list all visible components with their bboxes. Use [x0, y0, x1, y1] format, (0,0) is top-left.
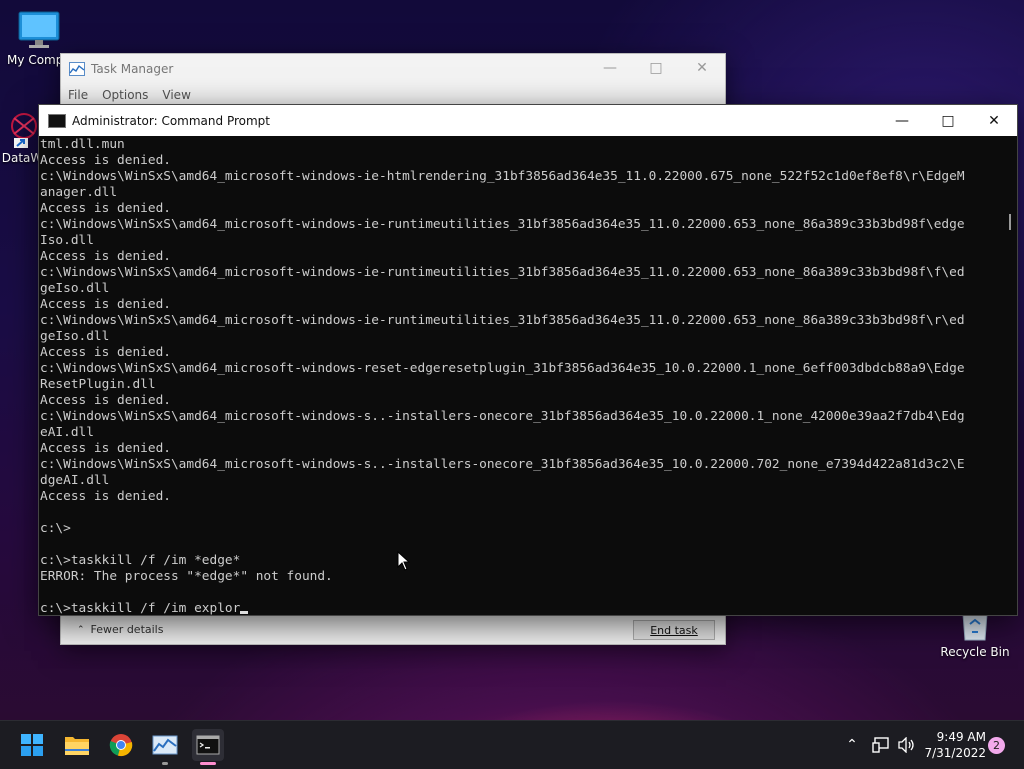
console-line: ​: [40, 585, 1001, 601]
fewer-details-button[interactable]: ⌃ Fewer details: [77, 623, 163, 636]
taskbar-file-explorer[interactable]: [61, 729, 93, 761]
command-prompt-titlebar[interactable]: Administrator: Command Prompt — □ ✕: [39, 105, 1017, 136]
taskbar-command-prompt[interactable]: [192, 729, 224, 765]
console-line: dgeAI.dll: [40, 473, 110, 488]
console-line: ​: [40, 505, 1001, 521]
chevron-up-icon: ⌃: [77, 624, 85, 635]
console-line: ResetPlugin.dll: [40, 377, 156, 392]
file-explorer-icon: [65, 737, 89, 755]
taskbar-task-manager[interactable]: [149, 729, 181, 765]
desktop-icon-recycle-bin[interactable]: Recycle Bin: [940, 610, 1010, 659]
close-button[interactable]: ✕: [971, 105, 1017, 136]
text-caret: [240, 611, 249, 614]
console-line: Access is denied.: [40, 489, 171, 504]
chevron-up-icon[interactable]: ⌃: [842, 737, 862, 753]
volume-icon[interactable]: [898, 737, 916, 753]
scrollbar-thumb[interactable]: [1009, 214, 1011, 230]
task-manager-title: Task Manager: [91, 62, 174, 76]
console-line: c:\Windows\WinSxS\amd64_microsoft-window…: [40, 169, 965, 184]
menu-file[interactable]: File: [68, 88, 88, 102]
console-line: geIso.dll: [40, 329, 110, 344]
console-line: Access is denied.: [40, 201, 171, 216]
console-line: eAI.dll: [40, 425, 94, 440]
start-button[interactable]: [16, 729, 48, 761]
console-line: c:\>: [40, 521, 71, 536]
desktop-icon-label: Recycle Bin: [940, 645, 1010, 659]
network-icon[interactable]: [872, 737, 890, 753]
menu-view[interactable]: View: [162, 88, 190, 102]
scrollbar[interactable]: [1001, 137, 1017, 615]
console-line: tml.dll.mun: [40, 137, 125, 152]
command-prompt-window[interactable]: Administrator: Command Prompt — □ ✕ tml.…: [38, 104, 1018, 616]
clock[interactable]: 9:49 AM 7/31/2022: [924, 729, 986, 761]
taskbar: ⌃ 9:49 AM 7/31/2022 2: [0, 720, 1024, 769]
console-line: c:\Windows\WinSxS\amd64_microsoft-window…: [40, 409, 965, 424]
console-line: c:\Windows\WinSxS\amd64_microsoft-window…: [40, 217, 965, 232]
maximize-button[interactable]: □: [925, 105, 971, 136]
fewer-details-label: Fewer details: [90, 623, 164, 636]
console-output[interactable]: tml.dll.mun Access is denied. c:\Windows\W…: [39, 137, 1001, 615]
app-shortcut-icon: [11, 113, 37, 148]
system-tray: ⌃: [842, 721, 916, 769]
console-line: Access is denied.: [40, 153, 171, 168]
chrome-icon: [109, 734, 133, 757]
task-manager-menubar: File Options View: [61, 84, 725, 106]
close-button[interactable]: ✕: [679, 54, 725, 82]
console-line: geIso.dll: [40, 281, 110, 296]
maximize-button[interactable]: □: [633, 54, 679, 82]
console-line: Access is denied.: [40, 345, 171, 360]
menu-options[interactable]: Options: [102, 88, 148, 102]
console-input-text: c:\>taskkill /f /im explor: [40, 601, 241, 615]
minimize-button[interactable]: —: [587, 54, 633, 82]
command-prompt-title: Administrator: Command Prompt: [72, 113, 270, 128]
console-line: Access is denied.: [40, 249, 171, 264]
console-line: Access is denied.: [40, 393, 171, 408]
task-manager-footer: ⌃ Fewer details End task: [61, 614, 725, 644]
clock-date: 7/31/2022: [924, 746, 986, 760]
command-prompt-icon: [196, 735, 220, 755]
taskbar-chrome[interactable]: [105, 729, 137, 761]
active-indicator: [200, 762, 216, 765]
task-manager-icon: [69, 62, 85, 76]
console-line: Access is denied.: [40, 441, 171, 456]
console-line: c:\Windows\WinSxS\amd64_microsoft-window…: [40, 457, 965, 472]
console-line: c:\>taskkill /f /im *edge*: [40, 553, 241, 568]
notification-badge[interactable]: 2: [988, 737, 1005, 754]
task-manager-icon: [152, 735, 178, 755]
console-line: c:\Windows\WinSxS\amd64_microsoft-window…: [40, 265, 965, 280]
command-prompt-icon: [48, 113, 66, 128]
console-line: ​: [40, 537, 1001, 553]
console-line: Access is denied.: [40, 297, 171, 312]
console-line: c:\Windows\WinSxS\amd64_microsoft-window…: [40, 313, 965, 328]
console-line: c:\Windows\WinSxS\amd64_microsoft-window…: [40, 361, 965, 376]
clock-time: 9:49 AM: [936, 730, 986, 744]
minimize-button[interactable]: —: [879, 105, 925, 136]
console-line: Iso.dll: [40, 233, 94, 248]
console-line: ERROR: The process "*edge*" not found.: [40, 569, 333, 584]
end-task-button[interactable]: End task: [633, 620, 715, 640]
mouse-cursor-icon: [397, 551, 411, 571]
monitor-icon: [18, 11, 60, 48]
task-manager-titlebar[interactable]: Task Manager — □ ✕: [61, 54, 725, 84]
start-icon: [21, 734, 43, 756]
console-input-line[interactable]: c:\>taskkill /f /im explor: [40, 601, 1001, 615]
running-indicator: [162, 762, 168, 765]
console-line: anager.dll: [40, 185, 118, 200]
